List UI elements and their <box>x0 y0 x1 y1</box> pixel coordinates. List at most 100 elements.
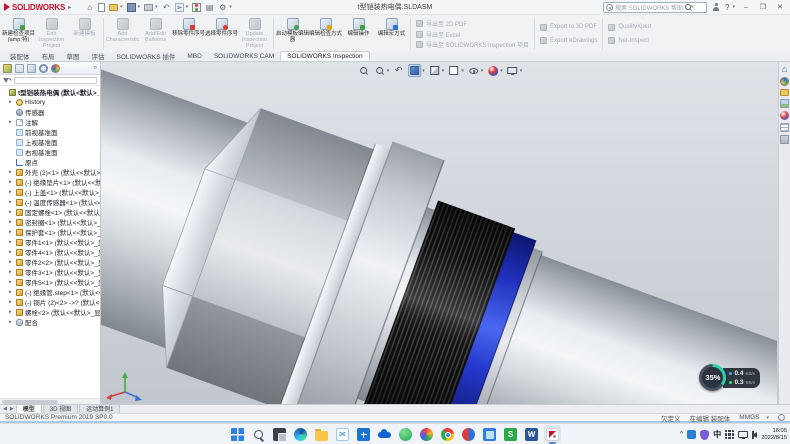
login-person-icon[interactable] <box>712 3 720 11</box>
red-blue-app-button[interactable] <box>460 425 477 444</box>
scrollbar-thumb[interactable] <box>2 400 58 404</box>
hide-show-items-icon[interactable] <box>467 64 480 77</box>
tree-item-component[interactable]: ▸螺栓<2> (默认<<默认>_显示状态 <box>0 307 100 317</box>
manager-tabs-overflow-icon[interactable]: » <box>94 65 97 71</box>
edit-inspection-methods-button[interactable]: 编辑检查方式 <box>309 16 342 52</box>
help-caret-icon[interactable]: ▾ <box>732 4 735 10</box>
tree-horizontal-scrollbar[interactable] <box>0 398 100 404</box>
expand-arrow-icon[interactable]: ▸ <box>9 259 14 265</box>
displaymanager-icon[interactable] <box>51 64 60 73</box>
tree-item-component[interactable]: ▸(-) 铜片 (2)<2> ->? (默认<<默认>_ <box>0 297 100 307</box>
tree-item-component[interactable]: ▸零件1<1> (默认<<默认>_显示状态 <box>0 237 100 247</box>
view-orientation-icon[interactable] <box>428 64 441 77</box>
rebuild-icon[interactable] <box>192 3 201 12</box>
expand-arrow-icon[interactable]: ▸ <box>9 269 14 275</box>
launch-template-editor-button[interactable]: 启动模板编辑器 <box>276 16 309 52</box>
tree-item-sensors[interactable]: ▸传感器 <box>0 107 100 117</box>
close-button[interactable]: ✕ <box>774 3 786 11</box>
expand-arrow-icon[interactable]: ▸ <box>9 99 14 105</box>
display-device-icon[interactable] <box>738 431 748 438</box>
tree-item-component[interactable]: ▸固定螺栓<1> (默认<<默认>_显示状 <box>0 207 100 217</box>
edit-appearance-icon[interactable] <box>486 64 499 77</box>
home-icon[interactable]: ⌂ <box>85 3 94 12</box>
undo-icon[interactable]: ↶ <box>162 3 171 12</box>
edge-button[interactable] <box>292 425 309 444</box>
previous-view-icon[interactable]: ↶ <box>392 64 405 77</box>
expand-arrow-icon[interactable]: ▸ <box>9 309 14 315</box>
tree-item-component[interactable]: ▸(-) 温度传感器<1> (默认<<默认>_显 <box>0 197 100 207</box>
tree-item-component[interactable]: ▸零件4<1> (默认<<默认>_显示状态 <box>0 247 100 257</box>
tree-item-component[interactable]: ▸(-) 绝缘管.step<1> (默认<<默认>_ <box>0 287 100 297</box>
tab-mbd[interactable]: MBD <box>181 51 207 61</box>
ime-language-indicator[interactable]: 中 <box>713 429 721 440</box>
expand-arrow-icon[interactable]: ▸ <box>9 179 14 185</box>
onedrive-button[interactable] <box>376 425 393 444</box>
select-caret-icon[interactable]: ▾ <box>186 4 189 10</box>
save-icon[interactable] <box>127 3 136 12</box>
select-icon[interactable]: ➢ <box>175 3 184 12</box>
wps-s-app-button[interactable]: S <box>502 425 519 444</box>
edit-macros-button[interactable]: 编辑宏方式 <box>375 16 408 52</box>
word-app-button[interactable]: W <box>523 425 540 444</box>
print-caret-icon[interactable]: ▾ <box>155 4 158 10</box>
tab-assembly[interactable]: 装配体 <box>4 51 36 61</box>
tree-item-component[interactable]: ▸(-) 上盖<1> (默认<<默认>_显示状态 <box>0 187 100 197</box>
blue-tray-app-icon[interactable] <box>687 430 696 439</box>
taskbar-clock[interactable]: 16:05 2022/8/15 <box>761 428 787 441</box>
status-globe-icon[interactable] <box>778 414 785 421</box>
options-gear-icon[interactable]: ⚙ <box>218 3 227 12</box>
status-units[interactable]: MMGS <box>739 414 759 421</box>
expand-arrow-icon[interactable]: ▸ <box>9 229 14 235</box>
tab-layout[interactable]: 布局 <box>36 51 61 61</box>
tree-item-component[interactable]: ▸零件3<1> (默认<<默认>_显示状态 <box>0 267 100 277</box>
filter-caret-icon[interactable]: ▾ <box>9 77 12 83</box>
ime-mode-icon[interactable] <box>725 430 734 439</box>
featuremanager-tree-icon[interactable] <box>3 64 12 73</box>
tree-item-component[interactable]: ▸保护套<1> (默认<<默认>_显示状态 <box>0 227 100 237</box>
solidworks-forum-icon[interactable] <box>780 135 789 144</box>
chrome-button[interactable] <box>439 425 456 444</box>
zoom-to-fit-icon[interactable] <box>357 64 370 77</box>
speaker-icon[interactable] <box>752 432 757 438</box>
file-properties-icon[interactable]: ▤ <box>205 3 214 12</box>
search-icon[interactable] <box>685 4 691 10</box>
zoom-to-area-icon[interactable] <box>373 64 386 77</box>
tree-item-component[interactable]: ▸(-) 绝缘垫片<1> (默认<<默认>_显示 <box>0 177 100 187</box>
expand-arrow-icon[interactable]: ▸ <box>9 219 14 225</box>
expand-arrow-icon[interactable]: ▸ <box>9 239 14 245</box>
section-view-icon[interactable] <box>408 64 421 77</box>
search-box[interactable]: 搜索 SOLIDWORKS 帮助 ▾ <box>603 2 707 13</box>
browser-360-button[interactable] <box>418 425 435 444</box>
tree-item-annotations[interactable]: ▸注解 <box>0 117 100 127</box>
expand-arrow-icon[interactable]: ▸ <box>9 119 14 125</box>
configurationmanager-icon[interactable] <box>27 64 36 73</box>
tree-item-component[interactable]: ▸零件2<2> (默认<<默认>_显示状态 <box>0 257 100 267</box>
print-icon[interactable] <box>144 4 153 11</box>
taskbar-search-button[interactable] <box>250 425 267 444</box>
tab-solidworks-cam[interactable]: SOLIDWORKS CAM <box>208 51 280 61</box>
solidworks-taskbar-button[interactable] <box>544 425 561 444</box>
open-icon[interactable] <box>109 4 118 11</box>
store-button[interactable] <box>355 425 372 444</box>
expand-arrow-icon[interactable]: ▸ <box>9 319 14 325</box>
tree-root-assembly[interactable]: ▸t型铠装热电偶 (默认<默认>_显示状态-1 <box>0 87 100 97</box>
display-style-icon[interactable] <box>447 64 460 77</box>
tree-item-component[interactable]: ▸零件5<1> (默认<<默认>_显示状态 <box>0 277 100 287</box>
restore-button[interactable]: ❐ <box>757 3 769 11</box>
new-inspection-project-button[interactable]: 新建检查项目 (amp:特) <box>2 16 35 52</box>
tree-item-component[interactable]: ▸外壳 (2)<1> (默认<<默认>_显示状态 <box>0 167 100 177</box>
expand-arrow-icon[interactable]: ▸ <box>9 289 14 295</box>
view-settings-icon[interactable] <box>506 64 519 77</box>
file-explorer-button[interactable] <box>313 425 330 444</box>
options-caret-icon[interactable]: ▾ <box>229 4 232 10</box>
tree-item-top-plane[interactable]: ▸上视基准面 <box>0 137 100 147</box>
select-balloons-button[interactable]: 选择零件序号 <box>205 16 238 52</box>
view-palette-icon[interactable] <box>780 99 789 108</box>
tree-item-mates[interactable]: ▸配合 <box>0 317 100 327</box>
tree-item-component[interactable]: ▸密封圈<1> (默认<<默认>_显示状态 <box>0 217 100 227</box>
save-caret-icon[interactable]: ▾ <box>138 4 141 10</box>
tree-item-origin[interactable]: ▸原点 <box>0 157 100 167</box>
tree-item-front-plane[interactable]: ▸前视基准面 <box>0 127 100 137</box>
help-icon[interactable]: ? <box>725 3 729 12</box>
minimize-button[interactable]: – <box>740 4 752 11</box>
